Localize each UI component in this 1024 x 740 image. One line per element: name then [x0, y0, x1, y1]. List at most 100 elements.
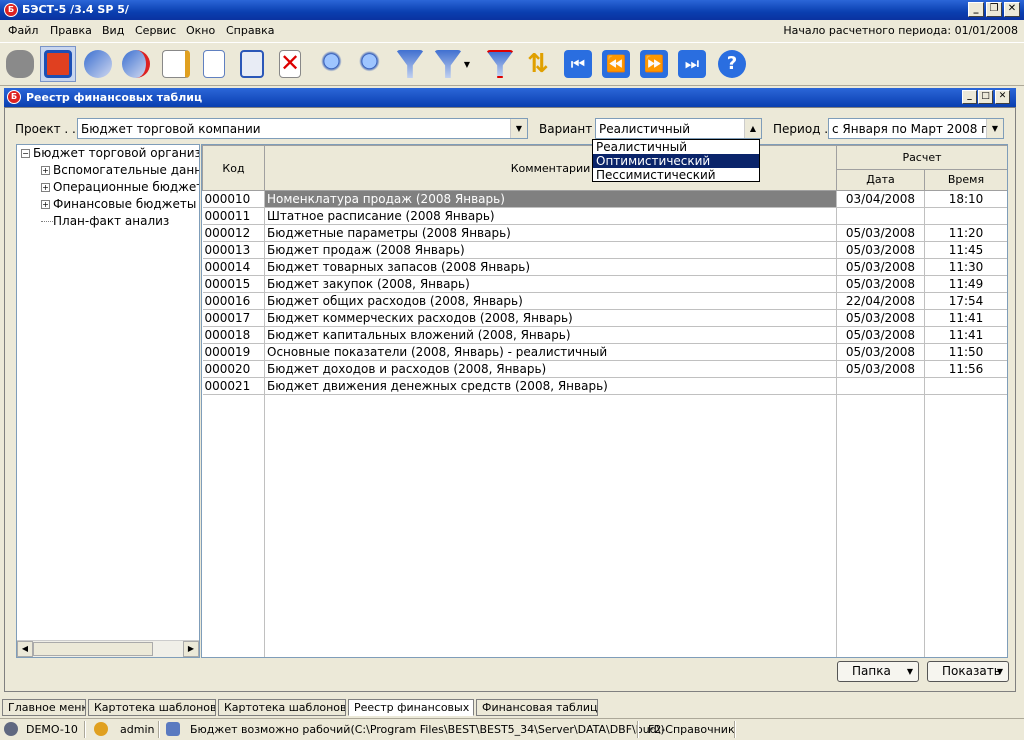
chevron-down-icon[interactable]: ▼ [510, 119, 527, 138]
cell-time[interactable]: 11:50 [924, 343, 1007, 361]
variant-option-pessimistic[interactable]: Пессимистический [593, 168, 759, 182]
project-combo[interactable]: Бюджет торговой компании ▼ [77, 118, 528, 139]
cell-code[interactable]: 000020 [202, 360, 265, 378]
cell-comment[interactable]: Бюджет общих расходов (2008, Январь) [264, 292, 837, 310]
new-document-icon[interactable] [196, 46, 232, 82]
table-row[interactable]: 000020 Бюджет доходов и расходов (2008, Я… [202, 360, 1007, 378]
cell-comment[interactable]: Основные показатели (2008, Январь) - реа… [264, 343, 837, 361]
cell-time[interactable]: 11:41 [924, 326, 1007, 344]
chevron-up-icon[interactable]: ▲ [744, 119, 761, 138]
cell-code[interactable]: 000019 [202, 343, 265, 361]
tree-horizontal-scrollbar[interactable]: ◀ ▶ [17, 640, 199, 657]
cell-time[interactable]: 11:30 [924, 258, 1007, 276]
header-time[interactable]: Время [924, 168, 1007, 192]
cell-date[interactable]: 05/03/2008 [836, 224, 925, 242]
cell-comment[interactable]: Штатное расписание (2008 Январь) [264, 207, 837, 225]
registry-icon[interactable] [40, 46, 76, 82]
cell-date[interactable]: 05/03/2008 [836, 258, 925, 276]
table-row[interactable]: 000010 Номенклатура продаж (2008 Январь) 0… [202, 190, 1007, 208]
table-row[interactable]: 000011 Штатное расписание (2008 Январь) [202, 207, 1007, 225]
cell-code[interactable]: 000011 [202, 207, 265, 225]
cell-time[interactable]: 11:20 [924, 224, 1007, 242]
clear-filter-icon[interactable] [482, 46, 518, 82]
cell-comment[interactable]: Бюджет товарных запасов (2008 Январь) [264, 258, 837, 276]
cell-date[interactable]: 05/03/2008 [836, 241, 925, 259]
tree-item-financial[interactable]: + Финансовые бюджеты [41, 197, 196, 211]
cell-code[interactable]: 000021 [202, 377, 265, 395]
menu-window[interactable]: Окно [186, 24, 215, 37]
variant-combo[interactable]: Реалистичный ▲ [595, 118, 762, 139]
menu-help[interactable]: Справка [226, 24, 274, 37]
cell-code[interactable]: 000018 [202, 326, 265, 344]
cell-code[interactable]: 000012 [202, 224, 265, 242]
cell-date[interactable] [836, 207, 925, 225]
cell-time[interactable]: 11:41 [924, 309, 1007, 327]
tab-registry[interactable]: Реестр финансовых та [348, 699, 474, 716]
tab-templates-1[interactable]: Картотека шаблонов б [88, 699, 216, 716]
cell-comment[interactable]: Бюджет закупок (2008, Январь) [264, 275, 837, 293]
cell-time[interactable]: 18:10 [924, 190, 1007, 208]
variant-dropdown-list[interactable]: Реалистичный Оптимистический Пессимистич… [592, 139, 760, 182]
child-minimize-icon[interactable]: _ [962, 90, 977, 104]
cell-comment[interactable]: Бюджет доходов и расходов (2008, Январь) [264, 360, 837, 378]
period-combo[interactable]: с Января по Март 2008 г. ▼ [828, 118, 1004, 139]
save-icon[interactable] [234, 46, 270, 82]
child-close-icon[interactable]: ✕ [995, 90, 1010, 104]
cell-code[interactable]: 000013 [202, 241, 265, 259]
cell-comment[interactable]: Бюджет капитальных вложений (2008, Январ… [264, 326, 837, 344]
cell-date[interactable]: 05/03/2008 [836, 326, 925, 344]
header-date[interactable]: Дата [836, 168, 925, 192]
cell-code[interactable]: 000014 [202, 258, 265, 276]
delete-icon[interactable]: ✕ [272, 46, 308, 82]
variant-option-optimistic[interactable]: Оптимистический [593, 154, 759, 168]
tree-item-auxiliary[interactable]: +Вспомогательные данные [41, 163, 199, 177]
table-row[interactable]: 000016 Бюджет общих расходов (2008, Январ… [202, 292, 1007, 310]
filter-icon[interactable] [392, 46, 428, 82]
find-next-icon[interactable] [350, 46, 386, 82]
cell-time[interactable]: 11:45 [924, 241, 1007, 259]
tree-item-plan-fact[interactable]: План-факт анализ [41, 214, 169, 228]
cell-comment[interactable]: Бюджет движения денежных средств (2008, … [264, 377, 837, 395]
cell-comment[interactable]: Бюджетные параметры (2008 Январь) [264, 224, 837, 242]
cell-date[interactable]: 05/03/2008 [836, 343, 925, 361]
show-button[interactable]: Показать ▼ [927, 661, 1009, 682]
table-row[interactable]: 000018 Бюджет капитальных вложений (2008,… [202, 326, 1007, 344]
chevron-down-icon[interactable]: ▼ [986, 119, 1003, 138]
stone-icon[interactable] [2, 46, 38, 82]
folder-button[interactable]: Папка ▼ [837, 661, 919, 682]
menu-edit[interactable]: Правка [50, 24, 92, 37]
edit-icon[interactable] [158, 46, 194, 82]
tab-main-menu[interactable]: Главное меню [2, 699, 86, 716]
cell-time[interactable]: 11:56 [924, 360, 1007, 378]
cell-date[interactable]: 05/03/2008 [836, 360, 925, 378]
scroll-thumb[interactable] [33, 642, 153, 656]
table-row[interactable]: 000012 Бюджетные параметры (2008 Январь) 0… [202, 224, 1007, 242]
cell-comment[interactable]: Бюджет коммерческих расходов (2008, Янва… [264, 309, 837, 327]
cell-code[interactable]: 000015 [202, 275, 265, 293]
financial-tables-grid[interactable]: Код Комментарии Расчет Дата Время 000010… [201, 144, 1008, 658]
cell-time[interactable]: 11:49 [924, 275, 1007, 293]
tree-root[interactable]: −Бюджет торговой организации [21, 146, 199, 160]
table-row[interactable]: 000019 Основные показатели (2008, Январь)… [202, 343, 1007, 361]
cell-code[interactable]: 000010 [202, 190, 265, 208]
variant-option-realistic[interactable]: Реалистичный [593, 140, 759, 154]
table-row[interactable]: 000015 Бюджет закупок (2008, Январь) 05/03… [202, 275, 1007, 293]
cell-time[interactable]: 17:54 [924, 292, 1007, 310]
budget-tree[interactable]: −Бюджет торговой организации +Вспомогате… [16, 144, 200, 658]
find-icon[interactable] [312, 46, 348, 82]
filter-dropdown-icon[interactable]: ▼ [428, 46, 476, 82]
table-row[interactable]: 000013 Бюджет продаж (2008 Январь) 05/03/2… [202, 241, 1007, 259]
cell-date[interactable]: 22/04/2008 [836, 292, 925, 310]
cell-date[interactable] [836, 377, 925, 395]
close-icon[interactable]: ✕ [1004, 2, 1020, 17]
table-row[interactable]: 000017 Бюджет коммерческих расходов (2008… [202, 309, 1007, 327]
cell-date[interactable]: 05/03/2008 [836, 309, 925, 327]
last-record-icon[interactable]: ⏭ [674, 46, 710, 82]
table-row[interactable]: 000014 Бюджет товарных запасов (2008 Янва… [202, 258, 1007, 276]
expand-icon[interactable]: + [41, 166, 50, 175]
expand-icon[interactable]: + [41, 183, 50, 192]
pills-icon[interactable] [80, 46, 116, 82]
cell-code[interactable]: 000017 [202, 309, 265, 327]
cell-comment[interactable]: Бюджет продаж (2008 Январь) [264, 241, 837, 259]
pills-export-icon[interactable] [118, 46, 154, 82]
